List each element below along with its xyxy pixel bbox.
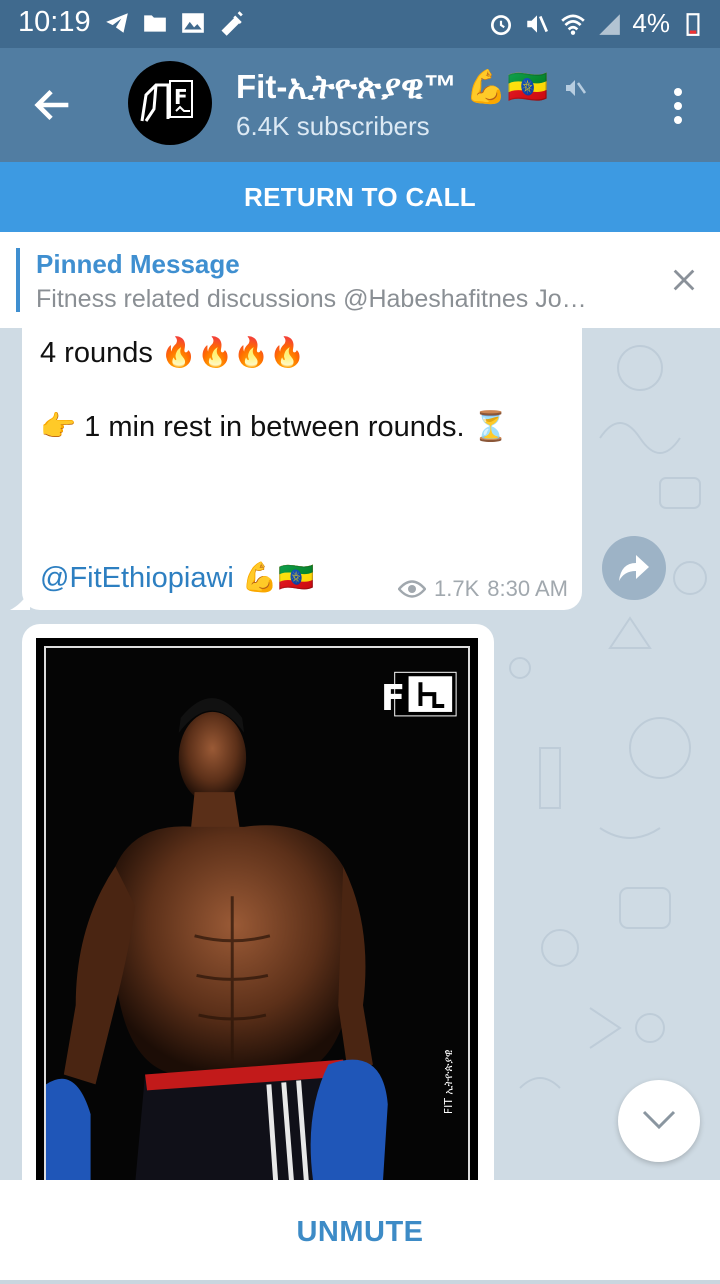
return-to-call-button[interactable]: RETURN TO CALL	[0, 162, 720, 232]
system-icons: 4%	[488, 8, 706, 39]
chevron-down-icon	[642, 1110, 676, 1130]
pinned-title: Pinned Message	[36, 249, 240, 279]
share-button[interactable]	[602, 536, 666, 600]
chat-header: F Fit-ኢትዮጵያዊ™ 💪🇪🇹 6.4K subscribers	[0, 48, 720, 162]
channel-name: Fit-ኢትዮጵያዊ™	[236, 68, 457, 105]
muted-speaker-icon	[566, 80, 587, 96]
bubble-tail	[10, 590, 30, 610]
photo-image[interactable]: F FIT ኢትዮጵያዊ	[44, 646, 470, 1180]
title-emoji: 💪🇪🇹	[465, 68, 549, 105]
notification-icons	[104, 10, 244, 36]
mute-icon	[524, 11, 550, 37]
channel-logo: F	[140, 80, 193, 122]
photo-frame: F FIT ኢትዮጵያዊ	[36, 638, 478, 1180]
channel-mention-link[interactable]: @FitEthiopiawi 💪🇪🇹	[40, 561, 314, 595]
svg-text:F: F	[174, 85, 188, 109]
channel-avatar[interactable]: F	[128, 61, 212, 145]
back-arrow-icon[interactable]	[30, 82, 76, 128]
photo-message[interactable]: F FIT ኢትዮጵያዊ	[22, 624, 494, 1180]
views-eye-icon	[398, 580, 427, 598]
folder-icon	[142, 10, 168, 36]
telegram-icon	[104, 10, 130, 36]
message-time: 8:30 AM	[487, 576, 568, 601]
alarm-icon	[488, 11, 514, 37]
battery-icon	[680, 11, 706, 37]
pinned-message[interactable]: Pinned Message Fitness related discussio…	[0, 232, 720, 329]
channel-title[interactable]: Fit-ኢትዮጵያዊ™ 💪🇪🇹	[236, 68, 587, 107]
pinned-text: Fitness related discussions @Habeshafitn…	[36, 285, 587, 313]
clock: 10:19	[18, 6, 91, 38]
more-menu-icon[interactable]	[672, 86, 684, 126]
message-line: 4 rounds 🔥🔥🔥🔥	[40, 337, 306, 369]
athlete-photo: F FIT ኢትዮጵያዊ	[46, 648, 468, 1180]
message-meta: 1.7K 8:30 AM	[398, 576, 568, 602]
status-bar: 10:19 4%	[0, 0, 720, 48]
subscriber-count: 6.4K subscribers	[236, 111, 430, 141]
unmute-button[interactable]: UNMUTE	[0, 1180, 720, 1280]
pinned-accent-bar	[16, 248, 20, 312]
scroll-down-button[interactable]	[618, 1080, 700, 1162]
chat-area[interactable]: 4 rounds 🔥🔥🔥🔥 👉 1 min rest in between ro…	[0, 328, 720, 1180]
message-line: 👉 1 min rest in between rounds. ⏳	[40, 411, 509, 443]
photo-logo-text: F	[381, 678, 405, 719]
message-bubble[interactable]: 4 rounds 🔥🔥🔥🔥 👉 1 min rest in between ro…	[10, 328, 582, 610]
wifi-icon	[560, 11, 586, 37]
signal-icon	[596, 11, 622, 37]
view-count: 1.7K	[434, 576, 480, 601]
close-icon[interactable]	[670, 266, 698, 294]
gallery-icon	[180, 10, 206, 36]
battery-percent: 4%	[632, 8, 670, 38]
share-arrow-icon	[619, 555, 649, 581]
syringe-icon	[218, 10, 244, 36]
photo-watermark: FIT ኢትዮጵያዊ	[442, 1049, 455, 1114]
